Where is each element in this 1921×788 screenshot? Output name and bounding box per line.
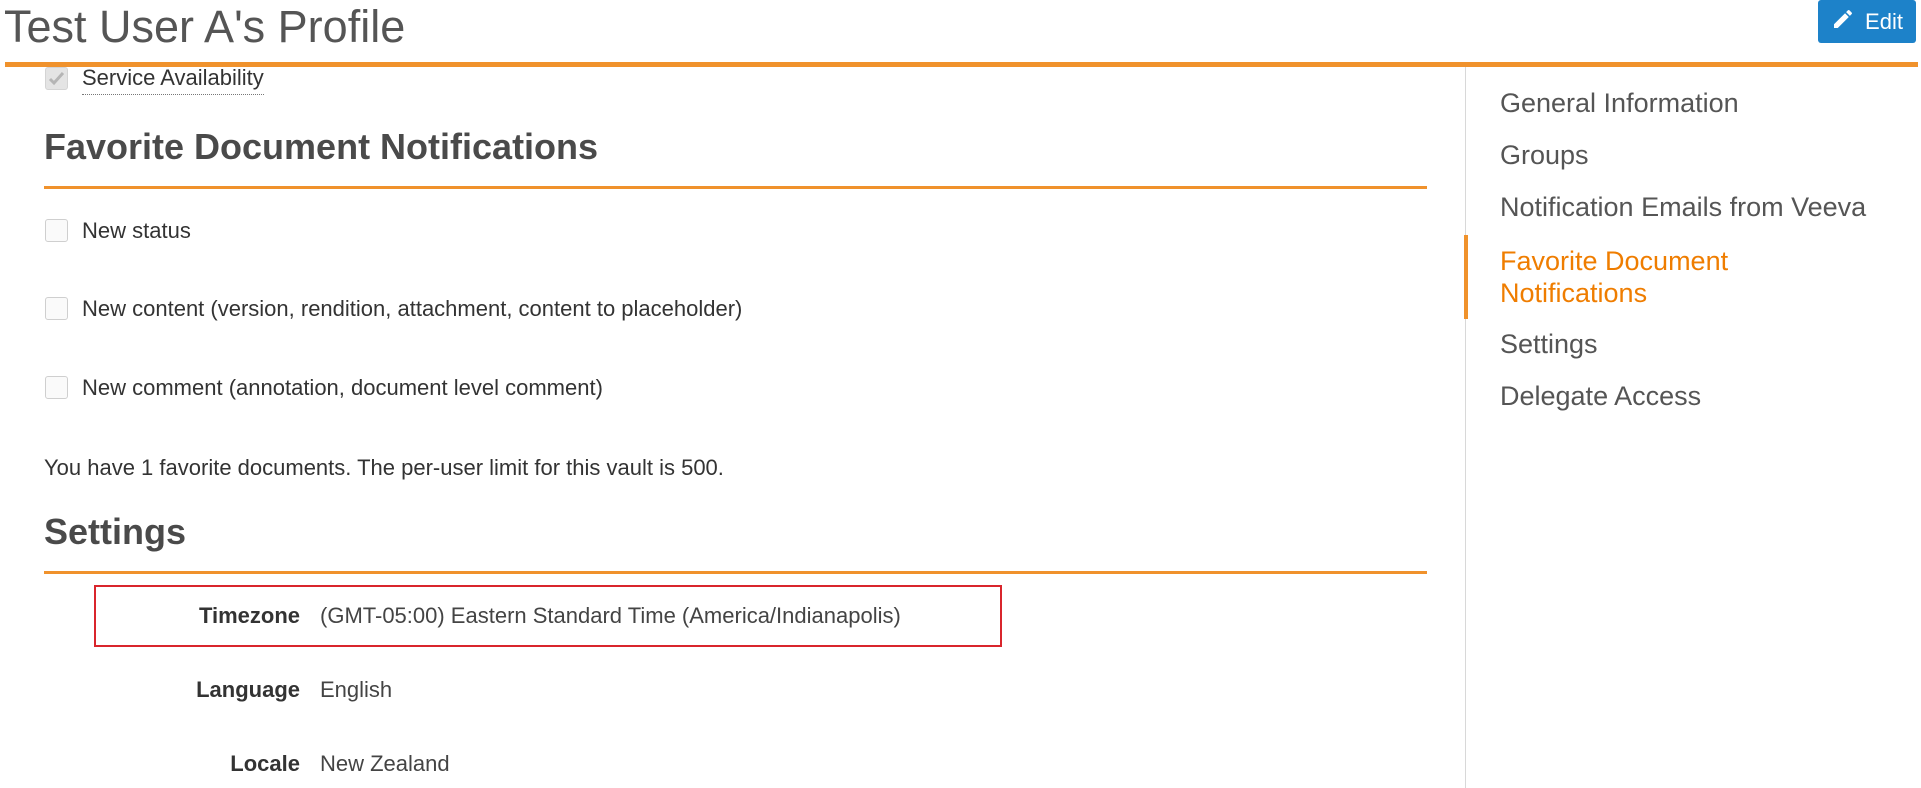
main-content: Service Availability Favorite Document N… — [0, 67, 1465, 788]
page-title: Test User A's Profile — [4, 1, 406, 52]
locale-value: New Zealand — [320, 751, 450, 776]
nav-notification-emails[interactable]: Notification Emails from Veeva — [1500, 191, 1920, 223]
edit-button[interactable]: Edit — [1818, 0, 1916, 43]
favorites-limit-info: You have 1 favorite documents. The per-u… — [44, 455, 724, 480]
sidebar-divider — [1465, 67, 1466, 788]
timezone-value: (GMT-05:00) Eastern Standard Time (Ameri… — [320, 603, 901, 628]
nav-groups[interactable]: Groups — [1500, 139, 1920, 171]
nav-settings[interactable]: Settings — [1500, 328, 1920, 360]
active-nav-indicator — [1464, 235, 1468, 319]
new-status-checkbox[interactable] — [45, 219, 68, 242]
edit-button-label: Edit — [1865, 8, 1903, 34]
nav-delegate-access[interactable]: Delegate Access — [1500, 380, 1920, 412]
nav-general-information[interactable]: General Information — [1500, 87, 1920, 119]
favorite-notifications-rule — [44, 186, 1427, 189]
new-content-checkbox[interactable] — [45, 297, 68, 320]
new-status-label: New status — [82, 218, 191, 243]
timezone-label: Timezone — [198, 603, 300, 628]
service-availability-checkbox[interactable] — [45, 67, 68, 90]
service-availability-label: Service Availability — [82, 67, 264, 95]
favorite-notifications-heading: Favorite Document Notifications — [44, 126, 599, 167]
language-value: English — [320, 677, 393, 702]
new-comment-label: New comment (annotation, document level … — [82, 375, 603, 400]
pencil-icon — [1831, 7, 1855, 37]
nav-favorite-document-notifications[interactable]: Favorite Document Notifications — [1500, 245, 1800, 309]
locale-label: Locale — [230, 751, 300, 776]
new-comment-checkbox[interactable] — [45, 376, 68, 399]
language-label: Language — [196, 677, 300, 702]
settings-heading: Settings — [44, 511, 187, 552]
new-content-label: New content (version, rendition, attachm… — [82, 296, 743, 321]
settings-rule — [44, 571, 1427, 574]
